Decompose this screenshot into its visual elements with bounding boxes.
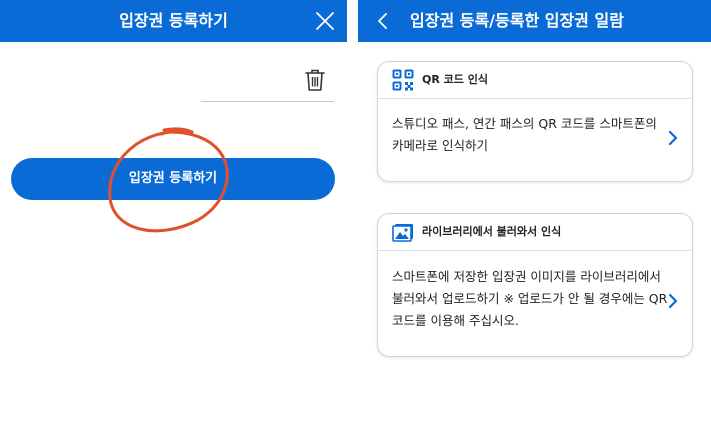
screen-gap xyxy=(347,0,358,430)
chevron-left-icon xyxy=(378,13,387,29)
ticket-number-input[interactable] xyxy=(14,66,198,102)
page-title: 입장권 등록/등록한 입장권 일람 xyxy=(410,11,624,30)
card-description: 스마트폰에 저장한 입장권 이미지를 라이브러리에서 불러와서 업로드하기 ※ … xyxy=(392,269,668,328)
image-library-icon xyxy=(392,224,413,242)
chevron-right-icon xyxy=(668,130,678,146)
qr-code-icon xyxy=(392,69,414,91)
input-underline xyxy=(201,101,334,102)
header-bar: 입장권 등록/등록한 입장권 일람 xyxy=(358,0,711,42)
register-ticket-button[interactable]: 입장권 등록하기 xyxy=(11,158,335,200)
trash-icon xyxy=(305,69,325,91)
card-header: 라이브러리에서 불러와서 인식 xyxy=(378,214,692,251)
card-description: 스튜디오 패스, 연간 패스의 QR 코드를 스마트폰의 카메라로 인식하기 xyxy=(392,116,657,153)
close-icon xyxy=(316,12,334,30)
page-title: 입장권 등록하기 xyxy=(119,11,228,30)
close-button[interactable] xyxy=(313,9,337,33)
back-button[interactable] xyxy=(372,10,394,32)
card-title: 라이브러리에서 불러와서 인식 xyxy=(422,225,562,238)
card-header: QR 코드 인식 xyxy=(378,62,692,99)
chevron-right-icon xyxy=(668,293,678,309)
qr-scan-card[interactable]: QR 코드 인식 스튜디오 패스, 연간 패스의 QR 코드를 스마트폰의 카메… xyxy=(377,61,693,182)
ticket-register-screen: 입장권 등록하기 입장권 등록하기 xyxy=(0,0,347,430)
ticket-list-screen: 입장권 등록/등록한 입장권 일람 QR 코드 인식 스튜디오 패스, 연간 패… xyxy=(358,0,711,430)
header-bar: 입장권 등록하기 xyxy=(0,0,347,42)
library-upload-card[interactable]: 라이브러리에서 불러와서 인식 스마트폰에 저장한 입장권 이미지를 라이브러리… xyxy=(377,213,693,357)
delete-button[interactable] xyxy=(304,68,326,92)
card-title: QR 코드 인식 xyxy=(422,73,488,86)
